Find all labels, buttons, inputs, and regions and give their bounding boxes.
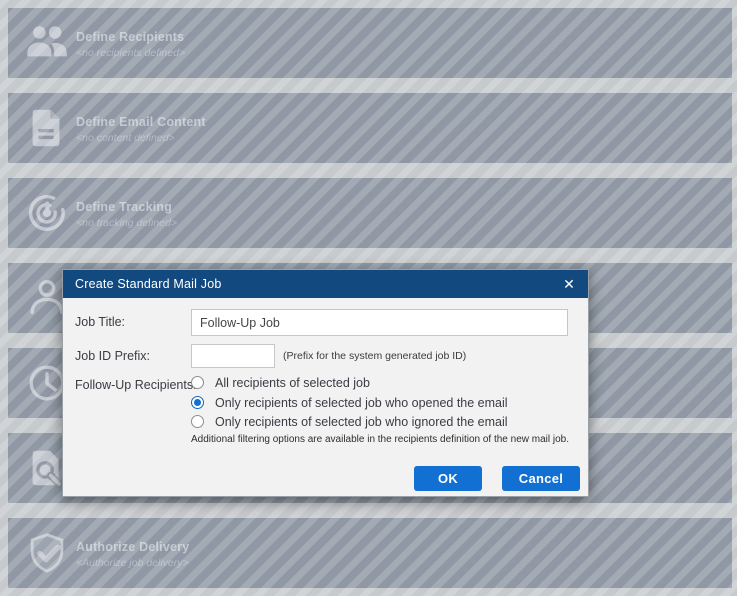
- radio-label: All recipients of selected job: [215, 376, 370, 390]
- radio-button[interactable]: [191, 376, 204, 389]
- step-title: Define Tracking: [76, 200, 172, 214]
- document-icon: [24, 105, 70, 151]
- create-mail-job-dialog: Create Standard Mail Job ✕ Job Title: Jo…: [62, 269, 589, 497]
- radio-label: Only recipients of selected job who open…: [215, 396, 508, 410]
- step-subtitle: <Authorize job delivery>: [76, 557, 189, 569]
- step-subtitle: <no content defined>: [76, 132, 175, 144]
- people-icon: [24, 20, 70, 66]
- step-title: Define Recipients: [76, 30, 184, 44]
- close-icon[interactable]: ✕: [560, 275, 578, 293]
- step-subtitle: <no tracking defined>: [76, 217, 177, 229]
- followup-recipients-label: Follow-Up Recipients:: [75, 378, 197, 392]
- job-id-prefix-hint: (Prefix for the system generated job ID): [283, 350, 466, 362]
- radio-label: Only recipients of selected job who igno…: [215, 415, 508, 429]
- step-card-define-recipients: Define Recipients <no recipients defined…: [8, 8, 732, 78]
- radio-button[interactable]: [191, 396, 204, 409]
- cancel-button[interactable]: Cancel: [502, 466, 580, 491]
- step-title: Authorize Delivery: [76, 540, 189, 554]
- dialog-body: Job Title: Job ID Prefix: (Prefix for th…: [63, 298, 588, 496]
- page-background: Define Recipients <no recipients defined…: [0, 0, 737, 596]
- job-id-prefix-input[interactable]: [191, 344, 275, 368]
- radio-button[interactable]: [191, 415, 204, 428]
- step-card-authorize-delivery: Authorize Delivery <Authorize job delive…: [8, 518, 732, 588]
- step-subtitle: <no recipients defined>: [76, 47, 185, 59]
- shield-check-icon: [24, 530, 70, 576]
- ok-button[interactable]: OK: [414, 466, 482, 491]
- step-card-define-tracking: Define Tracking <no tracking defined>: [8, 178, 732, 248]
- filtering-note: Additional filtering options are availab…: [191, 433, 583, 447]
- job-id-prefix-label: Job ID Prefix:: [75, 349, 150, 363]
- dialog-title: Create Standard Mail Job: [75, 277, 222, 291]
- job-title-input[interactable]: [191, 309, 568, 336]
- dialog-titlebar: Create Standard Mail Job ✕: [63, 270, 588, 298]
- target-icon: [24, 190, 70, 236]
- step-card-define-email-content: Define Email Content <no content defined…: [8, 93, 732, 163]
- step-title: Define Email Content: [76, 115, 206, 129]
- job-title-label: Job Title:: [75, 315, 125, 329]
